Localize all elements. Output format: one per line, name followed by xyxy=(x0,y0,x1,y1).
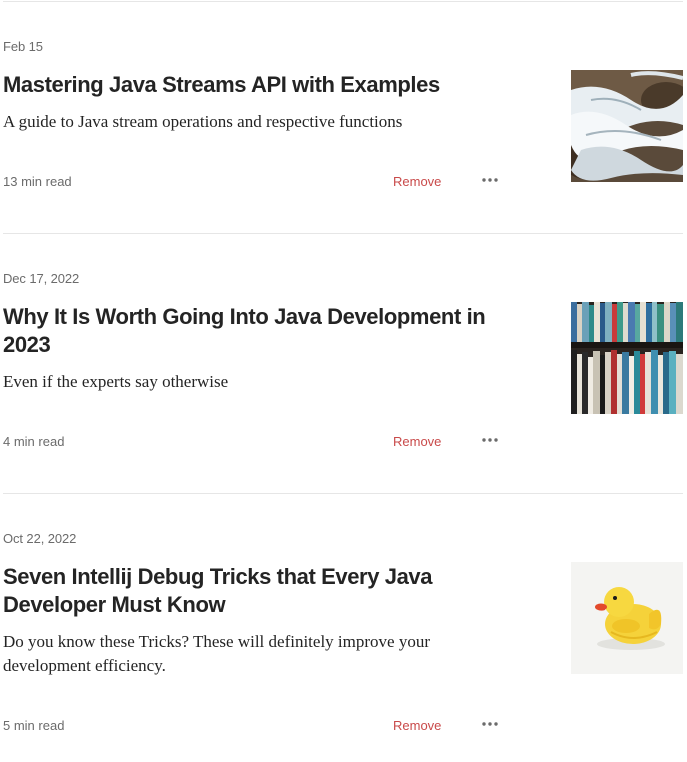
read-time: 4 min read xyxy=(3,434,65,449)
more-options-icon[interactable] xyxy=(481,720,499,730)
article-date: Feb 15 xyxy=(3,39,43,54)
remove-button[interactable]: Remove xyxy=(393,434,441,449)
article-date: Oct 22, 2022 xyxy=(3,531,77,546)
article-date: Dec 17, 2022 xyxy=(3,271,80,286)
article-subtitle: A guide to Java stream operations and re… xyxy=(3,112,403,131)
divider xyxy=(3,233,683,234)
read-time: 13 min read xyxy=(3,174,72,189)
article-title[interactable]: Seven Intellij Debug Tricks that Every J… xyxy=(3,563,453,619)
article-thumbnail-bookshelf[interactable] xyxy=(571,302,683,414)
article-thumbnail-water[interactable] xyxy=(571,70,683,182)
remove-button[interactable]: Remove xyxy=(393,718,441,733)
divider-top xyxy=(3,1,683,2)
remove-button[interactable]: Remove xyxy=(393,174,441,189)
read-time: 5 min read xyxy=(3,718,65,733)
more-options-icon[interactable] xyxy=(481,436,499,446)
article-title[interactable]: Why It Is Worth Going Into Java Developm… xyxy=(3,303,503,359)
article-subtitle: Do you know these Tricks? These will def… xyxy=(3,632,430,675)
more-options-icon[interactable] xyxy=(481,176,499,186)
divider xyxy=(3,493,683,494)
article-thumbnail-rubber-duck[interactable] xyxy=(571,562,683,674)
article-subtitle: Even if the experts say otherwise xyxy=(3,372,229,391)
article-title[interactable]: Mastering Java Streams API with Examples xyxy=(3,71,503,99)
